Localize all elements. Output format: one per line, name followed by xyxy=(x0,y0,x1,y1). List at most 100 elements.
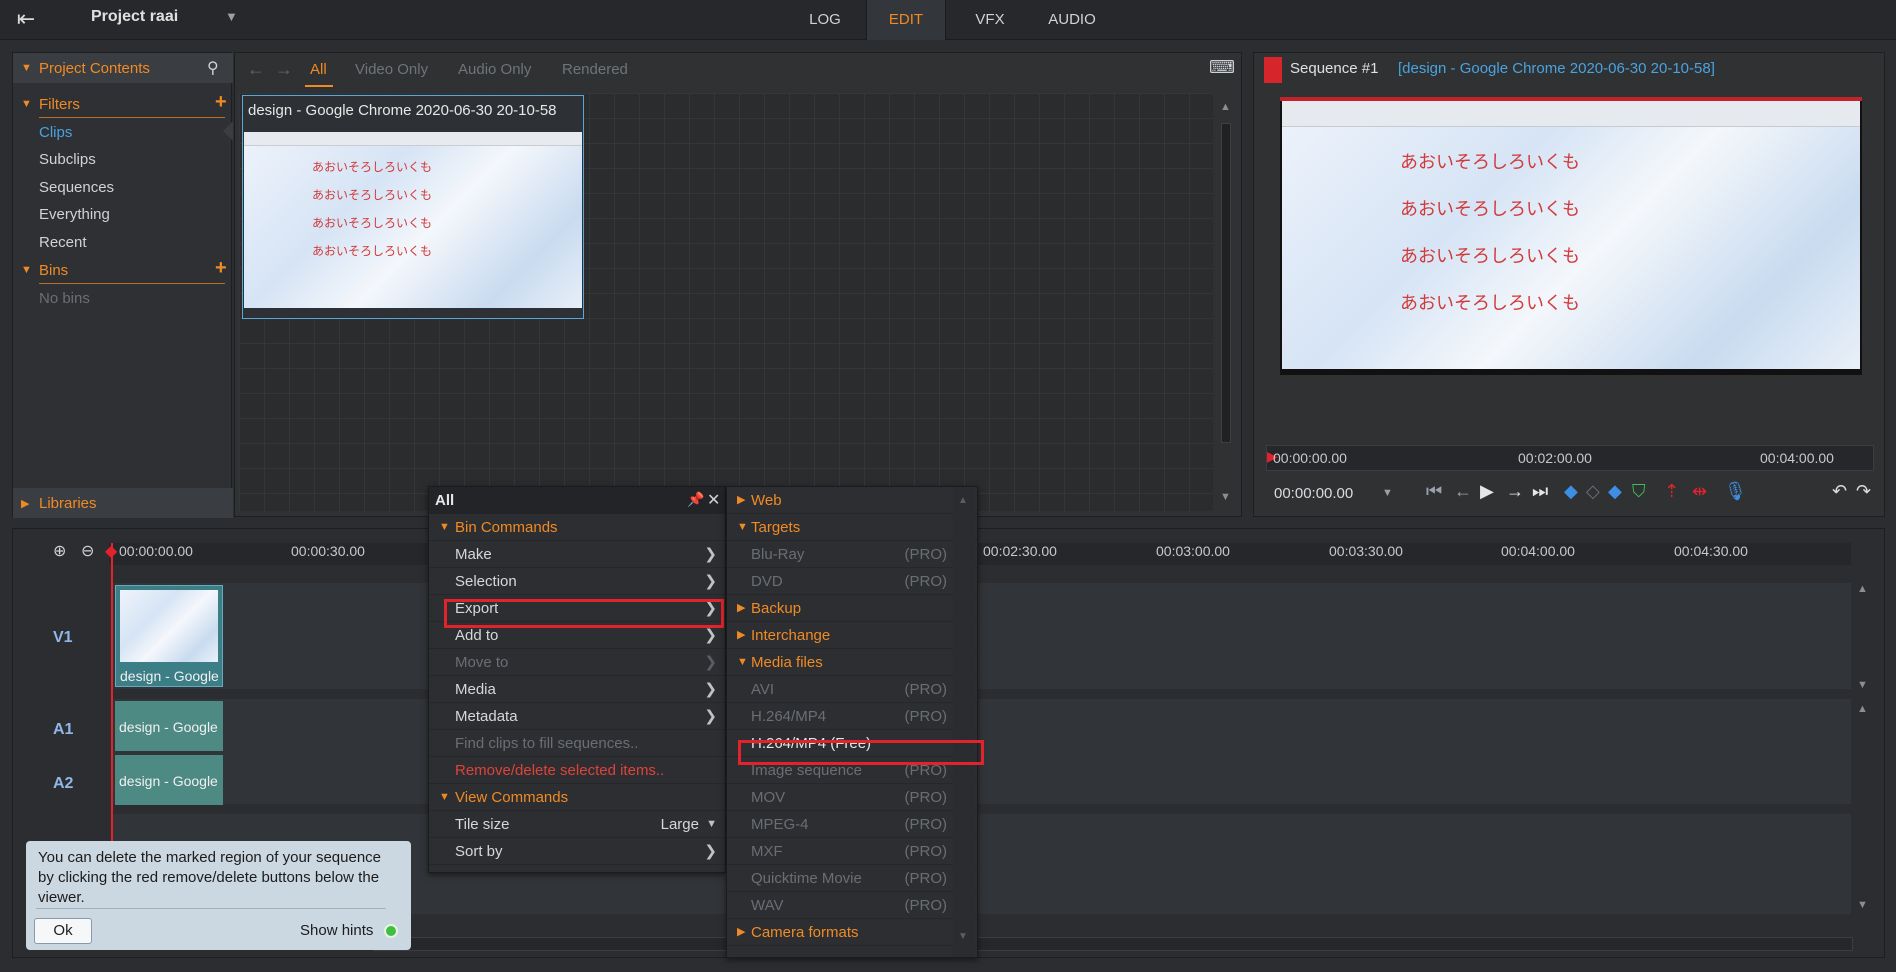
chevron-right-icon: ❯ xyxy=(704,546,717,563)
filter-tab-all[interactable]: All xyxy=(310,61,327,78)
clip-thumbnail-image: あおいそろしろいくも あおいそろしろいくも あおいそろしろいくも あおいそろしろ… xyxy=(244,132,582,314)
menu-item-make[interactable]: Make ❯ xyxy=(429,541,725,568)
browser-scrollbar[interactable]: ▲ ▼ xyxy=(1217,101,1235,509)
timeline-scrollbar[interactable]: ▲ ▼ ▲ ▼ xyxy=(1851,583,1875,913)
chevron-right-icon: ❯ xyxy=(704,681,717,698)
sequence-label: Sequence #1 xyxy=(1290,60,1379,77)
project-contents-panel: ▼ Project Contents ⚲ ▼ Filters + Clips S… xyxy=(12,52,233,518)
menu-item-selection[interactable]: Selection ❯ xyxy=(429,568,725,595)
h264-free-highlight-box xyxy=(738,740,984,765)
selected-pointer xyxy=(223,121,233,141)
sequence-flag-icon xyxy=(1264,57,1282,83)
go-to-end-icon[interactable]: ⏭ xyxy=(1532,481,1548,502)
zoom-in-icon[interactable]: ⊕ xyxy=(53,541,66,561)
tab-audio[interactable]: AUDIO xyxy=(1032,0,1112,40)
libraries-header[interactable]: ▶ Libraries xyxy=(13,488,233,518)
filters-label: Filters xyxy=(39,96,80,113)
a2-clip[interactable]: design - Google xyxy=(115,755,223,805)
redo-icon[interactable]: ↷ xyxy=(1856,481,1871,502)
keyboard-icon[interactable]: ⌨ xyxy=(1209,57,1235,78)
viewer-timecode[interactable]: 00:00:00.00 xyxy=(1274,485,1353,502)
lift-icon[interactable]: ⇡ xyxy=(1664,481,1679,502)
export-avi: AVI (PRO) xyxy=(727,676,977,703)
view-commands-header[interactable]: ▼ View Commands xyxy=(429,784,725,811)
v1-track[interactable] xyxy=(111,583,1851,689)
extract-icon[interactable]: ⇹ xyxy=(1692,481,1707,502)
undo-icon[interactable]: ↶ xyxy=(1832,481,1847,502)
show-hints-toggle[interactable] xyxy=(384,924,398,938)
mark-in-icon[interactable]: ◆ xyxy=(1564,481,1578,502)
track-label-a2[interactable]: A2 xyxy=(53,775,73,793)
dropdown-arrow-icon: ▼ xyxy=(706,818,717,830)
bins-triangle-icon[interactable]: ▼ xyxy=(21,264,32,276)
menu-item-tile-size[interactable]: Tile size Large ▼ xyxy=(429,811,725,838)
tab-vfx[interactable]: VFX xyxy=(952,0,1028,40)
mark-out-icon[interactable]: ◆ xyxy=(1608,481,1622,502)
track-label-a1[interactable]: A1 xyxy=(53,721,73,739)
filter-tab-video-only[interactable]: Video Only xyxy=(355,61,428,78)
hint-text: You can delete the marked region of your… xyxy=(38,849,382,906)
step-back-icon[interactable]: ← xyxy=(1454,481,1472,502)
step-forward-icon[interactable]: → xyxy=(1506,481,1524,502)
export-backup[interactable]: ▶ Backup xyxy=(727,595,977,622)
preview-text-2: あおいそろしろいくも xyxy=(1400,199,1580,219)
filter-item-subclips[interactable]: Subclips xyxy=(39,151,96,168)
go-to-start-icon[interactable]: ⏮ xyxy=(1426,481,1442,502)
menu-item-remove-delete[interactable]: Remove/delete selected items.. xyxy=(429,757,725,784)
timecode-dropdown-icon[interactable]: ▼ xyxy=(1382,487,1393,499)
add-bin-icon[interactable]: + xyxy=(215,257,227,280)
export-media-files[interactable]: ▼ Media files xyxy=(727,649,977,676)
filters-triangle-icon[interactable]: ▼ xyxy=(21,98,32,110)
menu-item-metadata[interactable]: Metadata ❯ xyxy=(429,703,725,730)
filter-item-recent[interactable]: Recent xyxy=(39,234,87,251)
clip-thumbnail-card[interactable]: design - Google Chrome 2020-06-30 20-10-… xyxy=(242,95,584,319)
bin-commands-header[interactable]: ▼ Bin Commands xyxy=(429,514,725,541)
filter-tab-audio-only[interactable]: Audio Only xyxy=(458,61,531,78)
close-icon[interactable]: ✕ xyxy=(707,490,720,510)
export-interchange[interactable]: ▶ Interchange xyxy=(727,622,977,649)
menu-item-media[interactable]: Media ❯ xyxy=(429,676,725,703)
tile-size-value: Large xyxy=(660,816,699,833)
pin-icon[interactable]: 📌 xyxy=(687,491,704,508)
back-arrow-icon[interactable]: ← xyxy=(247,59,265,80)
bins-label: Bins xyxy=(39,262,69,279)
viewer-ruler[interactable]: ▶ 00:00:00.00 00:02:00.00 00:04:00.00 xyxy=(1266,445,1874,471)
filter-item-everything[interactable]: Everything xyxy=(39,206,110,223)
tab-edit[interactable]: EDIT xyxy=(866,0,946,40)
preview-text-1: あおいそろしろいくも xyxy=(1400,152,1580,172)
submenu-scrollbar[interactable]: ▲ ▼ xyxy=(953,487,975,957)
timeline-ruler[interactable] xyxy=(109,543,1851,565)
filter-tab-rendered[interactable]: Rendered xyxy=(562,61,628,78)
playhead-marker-icon[interactable]: ◆ xyxy=(105,541,117,561)
play-icon[interactable]: ▶ xyxy=(1480,481,1494,502)
filter-item-clips[interactable]: Clips xyxy=(39,124,72,141)
v1-clip[interactable]: design - Google xyxy=(115,585,223,687)
export-web[interactable]: ▶ Web xyxy=(727,487,977,514)
search-icon[interactable]: ⚲ xyxy=(207,58,219,78)
export-highlight-box xyxy=(444,599,724,628)
tab-log[interactable]: LOG xyxy=(786,0,864,40)
bins-divider xyxy=(39,283,225,284)
exit-project-icon[interactable]: ⇤ xyxy=(10,6,42,34)
hint-ok-button[interactable]: Ok xyxy=(34,918,92,944)
timeline-h-scrollbar[interactable] xyxy=(373,937,1853,951)
viewer-panel: Sequence #1 [design - Google Chrome 2020… xyxy=(1253,52,1885,517)
export-camera-formats[interactable]: ▶ Camera formats xyxy=(727,919,977,946)
export-dvd: DVD (PRO) xyxy=(727,568,977,595)
zoom-out-icon[interactable]: ⊖ xyxy=(81,541,94,561)
project-dropdown-icon[interactable]: ▼ xyxy=(225,9,238,24)
microphone-icon[interactable]: 🎙 xyxy=(1724,481,1747,502)
chevron-right-icon: ❯ xyxy=(704,654,717,671)
menu-item-sort-by[interactable]: Sort by ❯ xyxy=(429,838,725,865)
marker-icon[interactable]: ⛉ xyxy=(1632,481,1646,502)
collapse-triangle-icon[interactable]: ▼ xyxy=(21,62,32,74)
track-label-v1[interactable]: V1 xyxy=(53,629,73,647)
filters-divider xyxy=(39,117,225,118)
add-filter-icon[interactable]: + xyxy=(215,91,227,114)
preview-text-3: あおいそろしろいくも xyxy=(1400,246,1580,266)
forward-arrow-icon[interactable]: → xyxy=(275,59,293,80)
filter-item-sequences[interactable]: Sequences xyxy=(39,179,114,196)
mark-clear-icon[interactable]: ◇ xyxy=(1586,481,1600,502)
a1-clip[interactable]: design - Google xyxy=(115,701,223,751)
export-targets[interactable]: ▼ Targets xyxy=(727,514,977,541)
